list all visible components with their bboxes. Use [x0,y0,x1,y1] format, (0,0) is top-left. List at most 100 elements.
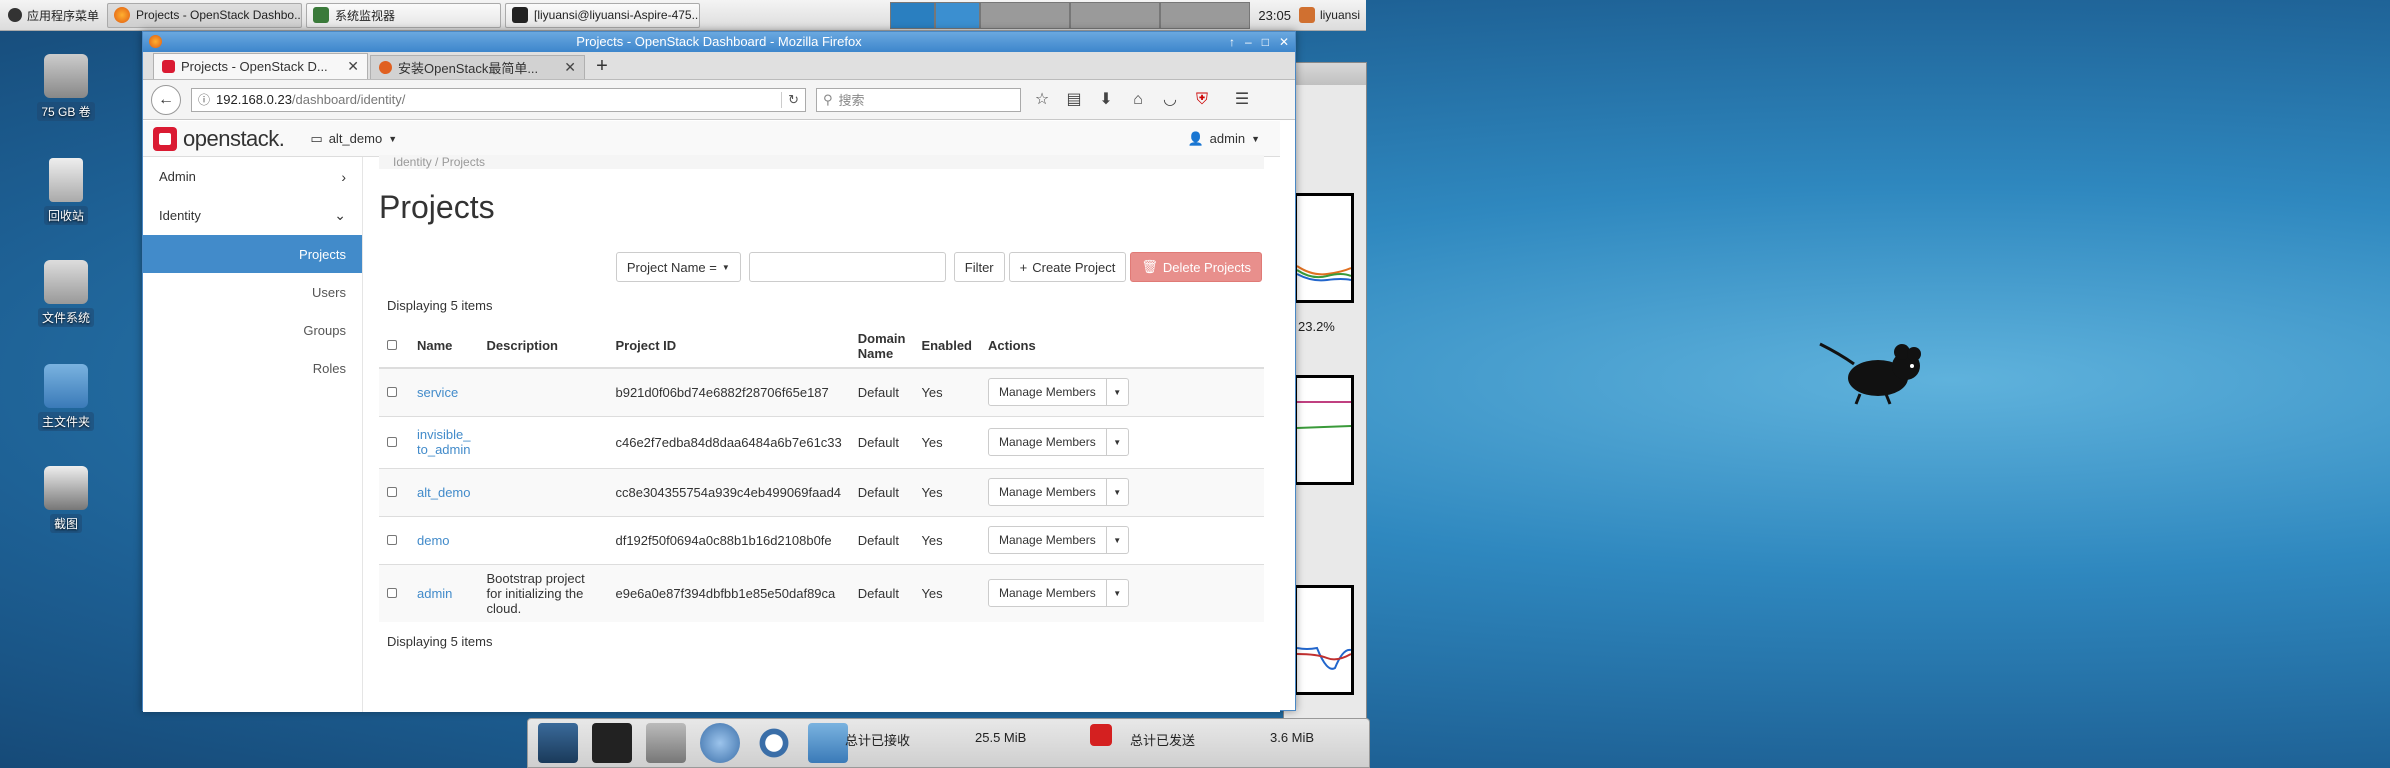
project-name-link[interactable]: alt_demo [417,485,470,500]
dashboard-header: openstack. ▭ alt_demo ▼ 👤 admin ▼ [143,121,1280,157]
sidebar-item-roles[interactable]: Roles [143,349,362,387]
row-checkbox[interactable] [387,386,397,397]
project-name-link[interactable]: service [417,385,458,400]
home-folder-icon [44,364,88,408]
openstack-favicon-icon [162,60,175,73]
row-checkbox[interactable] [387,587,397,598]
info-icon[interactable]: ⓘ [198,91,210,108]
row-actions-dropdown-icon[interactable]: ▼ [1105,479,1128,505]
item-count-bottom: Displaying 5 items [387,633,493,649]
user-menu-taskbar[interactable]: liyuansi [1298,7,1366,23]
back-button[interactable]: ← [151,84,181,115]
sidebar-item-projects[interactable]: Projects [143,235,362,273]
firefox-window: Projects - OpenStack Dashboard - Mozilla… [142,31,1296,712]
task-system-monitor[interactable]: 系统监视器 [306,2,502,28]
sidebar-item-admin[interactable]: Admin › [143,157,362,196]
project-name-link[interactable]: demo [417,533,450,548]
tab-close-icon[interactable]: ✕ [347,58,359,75]
search-app-icon[interactable] [754,723,794,763]
folder-app-icon[interactable] [808,723,848,763]
workspace-switcher[interactable] [890,1,1251,29]
search-placeholder: 搜索 [838,93,865,108]
create-project-button[interactable]: + Create Project [1008,252,1127,282]
project-name-link[interactable]: admin [417,586,452,601]
row-actions-dropdown-icon[interactable]: ▼ [1105,527,1128,553]
window-close-icon[interactable]: ✕ [1279,32,1289,52]
column-header-name[interactable]: Name [409,324,479,369]
manage-members-button[interactable]: Manage Members [989,479,1106,505]
trash-icon [49,158,83,202]
manage-members-button[interactable]: Manage Members [989,527,1106,553]
filter-button[interactable]: Filter [953,252,1005,282]
desktop-app-icon[interactable] [538,723,578,763]
project-name-link[interactable]: invisible_to_admin [417,427,470,457]
manage-members-button[interactable]: Manage Members [989,580,1106,606]
manage-members-button[interactable]: Manage Members [989,379,1106,405]
column-header-enabled[interactable]: Enabled [913,324,981,369]
desktop-icon-screenshot[interactable]: 截图 [24,466,108,533]
table-actions: Project Name = ▼ Filter + Create Project 🗑… [379,252,1264,282]
delete-projects-button[interactable]: 🗑 Delete Projects [1130,252,1262,282]
workspace-1[interactable] [890,1,936,29]
tab-install-openstack[interactable]: 安装OpenStack最简单... ✕ [370,55,585,79]
project-enabled: Yes [913,415,981,468]
select-all-checkbox[interactable] [387,340,397,350]
tab-close-icon[interactable]: ✕ [564,59,576,76]
home-icon[interactable]: ⌂ [1127,89,1149,111]
row-actions-dropdown-icon[interactable]: ▼ [1105,580,1128,606]
desktop-icon-home[interactable]: 主文件夹 [24,364,108,431]
apps-menu-button[interactable]: 应用程序菜单 [0,0,107,31]
ublock-icon[interactable]: ⛨ [1191,89,1213,111]
column-header-description[interactable]: Description [478,324,608,369]
row-checkbox[interactable] [387,436,397,447]
sidebar-item-groups[interactable]: Groups [143,311,362,349]
new-tab-button[interactable]: + [587,55,617,79]
url-path: /dashboard/identity/ [291,92,406,107]
system-monitor-titlebar[interactable] [1284,63,1366,85]
window-titlebar[interactable]: Projects - OpenStack Dashboard - Mozilla… [143,32,1295,52]
bookmark-star-icon[interactable]: ☆ [1031,89,1053,111]
workspace-2[interactable] [980,1,1071,29]
terminal-app-icon[interactable] [592,723,632,763]
desktop-icon-filesystem[interactable]: 文件系统 [24,260,108,327]
ubuntu-favicon-icon [379,61,392,74]
column-header-domain-name[interactable]: Domain Name [849,324,914,369]
row-checkbox[interactable] [387,486,397,497]
window-maximize-icon[interactable]: □ [1262,32,1269,52]
user-icon: 👤 [1187,130,1204,146]
pocket-icon[interactable]: ◡ [1159,89,1181,111]
browser-app-icon[interactable] [700,723,740,763]
sidebar-item-users[interactable]: Users [143,273,362,311]
reload-icon[interactable]: ↻ [781,91,799,108]
workspace-1b[interactable] [935,1,981,29]
search-bar[interactable]: ⚲ 搜索 [816,87,1021,112]
downloads-icon[interactable]: ⬇ [1095,89,1117,111]
manage-members-button[interactable]: Manage Members [989,429,1106,455]
column-header-project-id[interactable]: Project ID [607,324,850,369]
row-actions-dropdown-icon[interactable]: ▼ [1105,379,1128,406]
task-terminal[interactable]: [liyuansi@liyuansi-Aspire-475... [505,2,701,28]
workspace-4[interactable] [1160,1,1251,29]
tab-openstack-projects[interactable]: Projects - OpenStack D... ✕ [153,53,368,79]
window-minimize-icon[interactable]: – [1245,32,1252,52]
task-firefox[interactable]: Projects - OpenStack Dashbo... [107,2,303,28]
workspace-3[interactable] [1070,1,1161,29]
project-enabled: Yes [913,563,981,622]
openstack-dashboard: openstack. ▭ alt_demo ▼ 👤 admin ▼ Admin … [143,121,1280,712]
openstack-logo[interactable]: openstack. [153,126,285,152]
network-graph [1294,585,1354,695]
desktop-icon-volume[interactable]: 75 GB 卷 [24,54,108,121]
file-manager-app-icon[interactable] [646,723,686,763]
sidebar-item-identity[interactable]: Identity ⌄ [143,196,362,235]
row-checkbox[interactable] [387,534,397,545]
filter-input[interactable] [748,252,946,282]
row-actions-dropdown-icon[interactable]: ▼ [1105,429,1128,455]
reading-list-icon[interactable]: ▤ [1063,89,1085,111]
url-bar[interactable]: ⓘ 192.168.0.23/dashboard/identity/ ↻ [191,87,806,112]
user-menu[interactable]: 👤 admin ▼ [1187,131,1260,147]
project-selector[interactable]: ▭ alt_demo ▼ [310,131,397,147]
desktop-icon-trash[interactable]: 回收站 [24,158,108,225]
filter-field-select[interactable]: Project Name = ▼ [615,252,741,282]
window-up-icon[interactable]: ↑ [1229,32,1235,52]
hamburger-menu-icon[interactable]: ☰ [1231,89,1253,111]
